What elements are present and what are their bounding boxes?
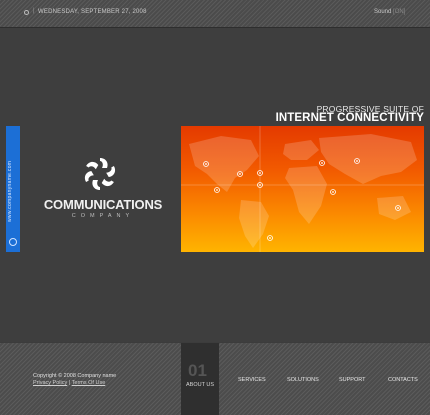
website-side-tab[interactable]: www.companyname.com — [6, 126, 20, 252]
arrow-circle-icon — [9, 238, 17, 246]
company-name: COMMUNICATIONS — [43, 197, 163, 212]
website-url: www.companyname.com — [7, 160, 13, 222]
sound-state: [ON] — [393, 9, 406, 15]
copyright-text: Copyright © 2008 Company name — [33, 373, 117, 379]
nav-about-us[interactable]: 01 ABOUT US — [181, 343, 219, 415]
nav-support[interactable]: SUPPORT — [339, 377, 366, 383]
footer-links: Privacy Policy | Terms Of Use — [33, 380, 105, 386]
top-bar: | WEDNESDAY, SEPTEMBER 27, 2008 Sound [O… — [0, 0, 430, 28]
sound-label: Sound — [374, 9, 392, 15]
divider: | — [33, 8, 35, 14]
nav-number: 01 — [188, 361, 207, 380]
footer-link-divider: | — [68, 380, 71, 386]
nav-about-us-label: ABOUT US — [185, 382, 214, 388]
clock-icon — [24, 10, 29, 15]
company-logo-icon — [84, 158, 116, 190]
nav-contacts[interactable]: CONTACTS — [388, 377, 418, 383]
current-date: WEDNESDAY, SEPTEMBER 27, 2008 — [38, 9, 147, 15]
privacy-policy-link[interactable]: Privacy Policy — [33, 380, 67, 386]
nav-solutions[interactable]: SOLUTIONS — [287, 377, 319, 383]
world-map-graphic — [181, 126, 424, 252]
terms-of-use-link[interactable]: Terms Of Use — [72, 380, 106, 386]
sound-toggle[interactable]: Sound [ON] — [374, 9, 405, 15]
world-map-banner — [181, 126, 424, 252]
nav-services[interactable]: SERVICES — [238, 377, 266, 383]
hero-line-2: INTERNET CONNECTIVITY — [275, 112, 424, 124]
footer: Copyright © 2008 Company name Privacy Po… — [0, 343, 430, 415]
company-subtitle: COMPANY — [71, 213, 135, 219]
